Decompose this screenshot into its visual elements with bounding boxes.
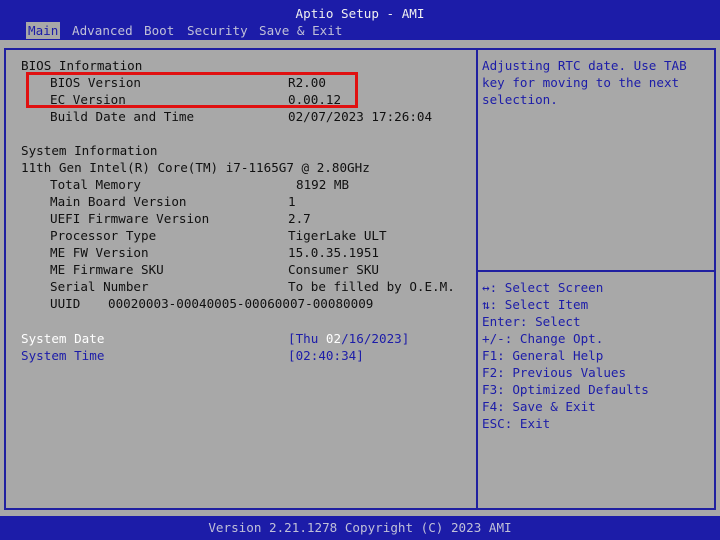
system-date-prefix: [Thu xyxy=(288,331,326,346)
total-memory-label: Total Memory xyxy=(50,177,141,192)
top-bar: Aptio Setup - AMI Main Advanced Boot Sec… xyxy=(0,0,720,40)
tab-main[interactable]: Main xyxy=(26,22,61,39)
main-board-version-value: 1 xyxy=(288,194,296,209)
help-text-line-3: selection. xyxy=(482,92,558,107)
help-divider xyxy=(478,270,714,272)
system-time-label[interactable]: System Time xyxy=(21,347,104,364)
uuid-value: 00020003-00040005-00060007-00080009 xyxy=(108,296,374,311)
build-date-value: 02/07/2023 17:26:04 xyxy=(288,109,433,124)
system-info-heading: System Information xyxy=(21,143,158,158)
tab-boot[interactable]: Boot xyxy=(144,22,174,39)
tab-save-exit[interactable]: Save & Exit xyxy=(259,22,342,39)
system-date-selected-month[interactable]: 02 xyxy=(326,331,341,346)
key-help-select-item: ⇅: Select Item xyxy=(482,297,589,312)
key-help-select-screen: ↔: Select Screen xyxy=(482,280,604,295)
help-text-line-2: key for moving to the next xyxy=(482,75,680,90)
total-memory-value: 8192 MB xyxy=(296,177,350,192)
me-fw-sku-value: Consumer SKU xyxy=(288,262,379,277)
system-time-value[interactable]: [02:40:34] xyxy=(288,347,364,364)
key-help-f4: F4: Save & Exit xyxy=(482,399,596,414)
uefi-fw-version-label: UEFI Firmware Version xyxy=(50,211,210,226)
key-help-f3: F3: Optimized Defaults xyxy=(482,382,649,397)
key-help-change-opt: +/-: Change Opt. xyxy=(482,331,604,346)
setup-title: Aptio Setup - AMI xyxy=(295,6,425,21)
key-help-f2: F2: Previous Values xyxy=(482,365,627,380)
key-help-f1: F1: General Help xyxy=(482,348,604,363)
serial-number-label: Serial Number xyxy=(50,279,149,294)
uefi-fw-version-value: 2.7 xyxy=(288,211,311,226)
uuid-label: UUID xyxy=(50,296,81,311)
system-date-field[interactable]: [Thu 02/16/2023] xyxy=(288,330,409,347)
cpu-name: 11th Gen Intel(R) Core(TM) i7-1165G7 @ 2… xyxy=(21,160,370,175)
main-board-version-label: Main Board Version xyxy=(50,194,187,209)
key-help-esc: ESC: Exit xyxy=(482,416,551,431)
help-text-line-1: Adjusting RTC date. Use TAB xyxy=(482,58,687,73)
serial-number-value: To be filled by O.E.M. xyxy=(288,279,455,294)
processor-type-label: Processor Type xyxy=(50,228,157,243)
footer-bar: Version 2.21.1278 Copyright (C) 2023 AMI xyxy=(0,516,720,540)
tab-advanced[interactable]: Advanced xyxy=(72,22,133,39)
me-fw-version-label: ME FW Version xyxy=(50,245,149,260)
system-date-label[interactable]: System Date xyxy=(21,330,104,347)
footer-copyright: Version 2.21.1278 Copyright (C) 2023 AMI xyxy=(208,520,512,535)
system-date-suffix: /16/2023] xyxy=(341,331,410,346)
tab-security[interactable]: Security xyxy=(187,22,248,39)
processor-type-value: TigerLake ULT xyxy=(288,228,387,243)
red-highlight-box xyxy=(26,72,358,108)
build-date-label: Build Date and Time xyxy=(50,109,195,124)
panel-divider xyxy=(476,48,478,510)
key-help-enter: Enter: Select xyxy=(482,314,581,329)
me-fw-version-value: 15.0.35.1951 xyxy=(288,245,379,260)
me-fw-sku-label: ME Firmware SKU xyxy=(50,262,164,277)
